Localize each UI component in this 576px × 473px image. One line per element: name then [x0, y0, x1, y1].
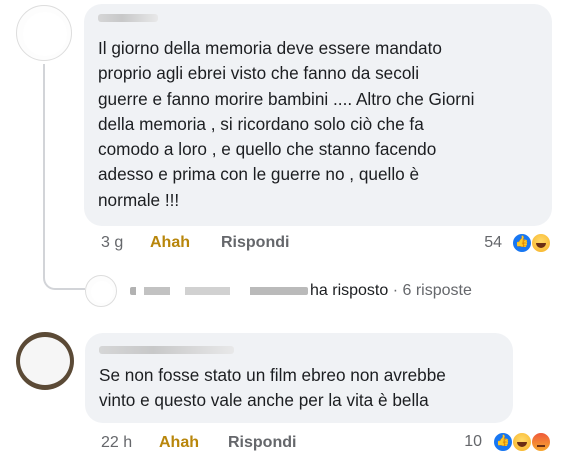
- reaction-count[interactable]: 54: [470, 234, 502, 252]
- commenter-name-redacted[interactable]: [99, 346, 234, 354]
- thread-connector: [43, 258, 85, 290]
- like-icon: [493, 432, 513, 452]
- reply-button[interactable]: Rispondi: [221, 234, 289, 252]
- commenter-avatar[interactable]: [16, 332, 74, 390]
- replies-separator: ·: [392, 282, 399, 299]
- avatar-blur: [20, 337, 70, 385]
- avatar-blur: [23, 12, 67, 56]
- comment-bubble: Se non fosse stato un film ebreo non avr…: [85, 333, 513, 423]
- view-replies-link[interactable]: ha risposto · 6 risposte: [130, 282, 472, 300]
- comment-actions: 3 g Ahah Rispondi: [101, 234, 401, 258]
- reaction-count[interactable]: 10: [452, 433, 482, 451]
- commenter-avatar[interactable]: [16, 5, 72, 61]
- haha-icon: [531, 233, 551, 253]
- comment-timestamp[interactable]: 3 g: [101, 234, 123, 252]
- reaction-button[interactable]: Ahah: [159, 434, 199, 452]
- replied-text: ha risposto: [310, 282, 389, 299]
- comment-bubble: Il giorno della memoria deve essere mand…: [84, 4, 552, 226]
- commenter-name-redacted[interactable]: [98, 14, 158, 22]
- replies-count: 6 risposte: [402, 282, 472, 299]
- reaction-button[interactable]: Ahah: [150, 234, 190, 252]
- like-icon: [512, 233, 532, 253]
- comment-timestamp[interactable]: 22 h: [101, 434, 132, 452]
- haha-icon: [512, 432, 532, 452]
- thread-line: [43, 64, 45, 272]
- avatar-blur: [91, 281, 113, 303]
- comment-text: Il giorno della memoria deve essere mand…: [98, 38, 475, 210]
- angry-icon: [531, 432, 551, 452]
- comment-actions: 22 h Ahah Rispondi: [101, 434, 401, 458]
- reply-avatar[interactable]: [85, 275, 117, 307]
- comment-text: Se non fosse stato un film ebreo non avr…: [99, 365, 446, 411]
- replier-name-redacted: [130, 286, 308, 295]
- reply-button[interactable]: Rispondi: [228, 434, 296, 452]
